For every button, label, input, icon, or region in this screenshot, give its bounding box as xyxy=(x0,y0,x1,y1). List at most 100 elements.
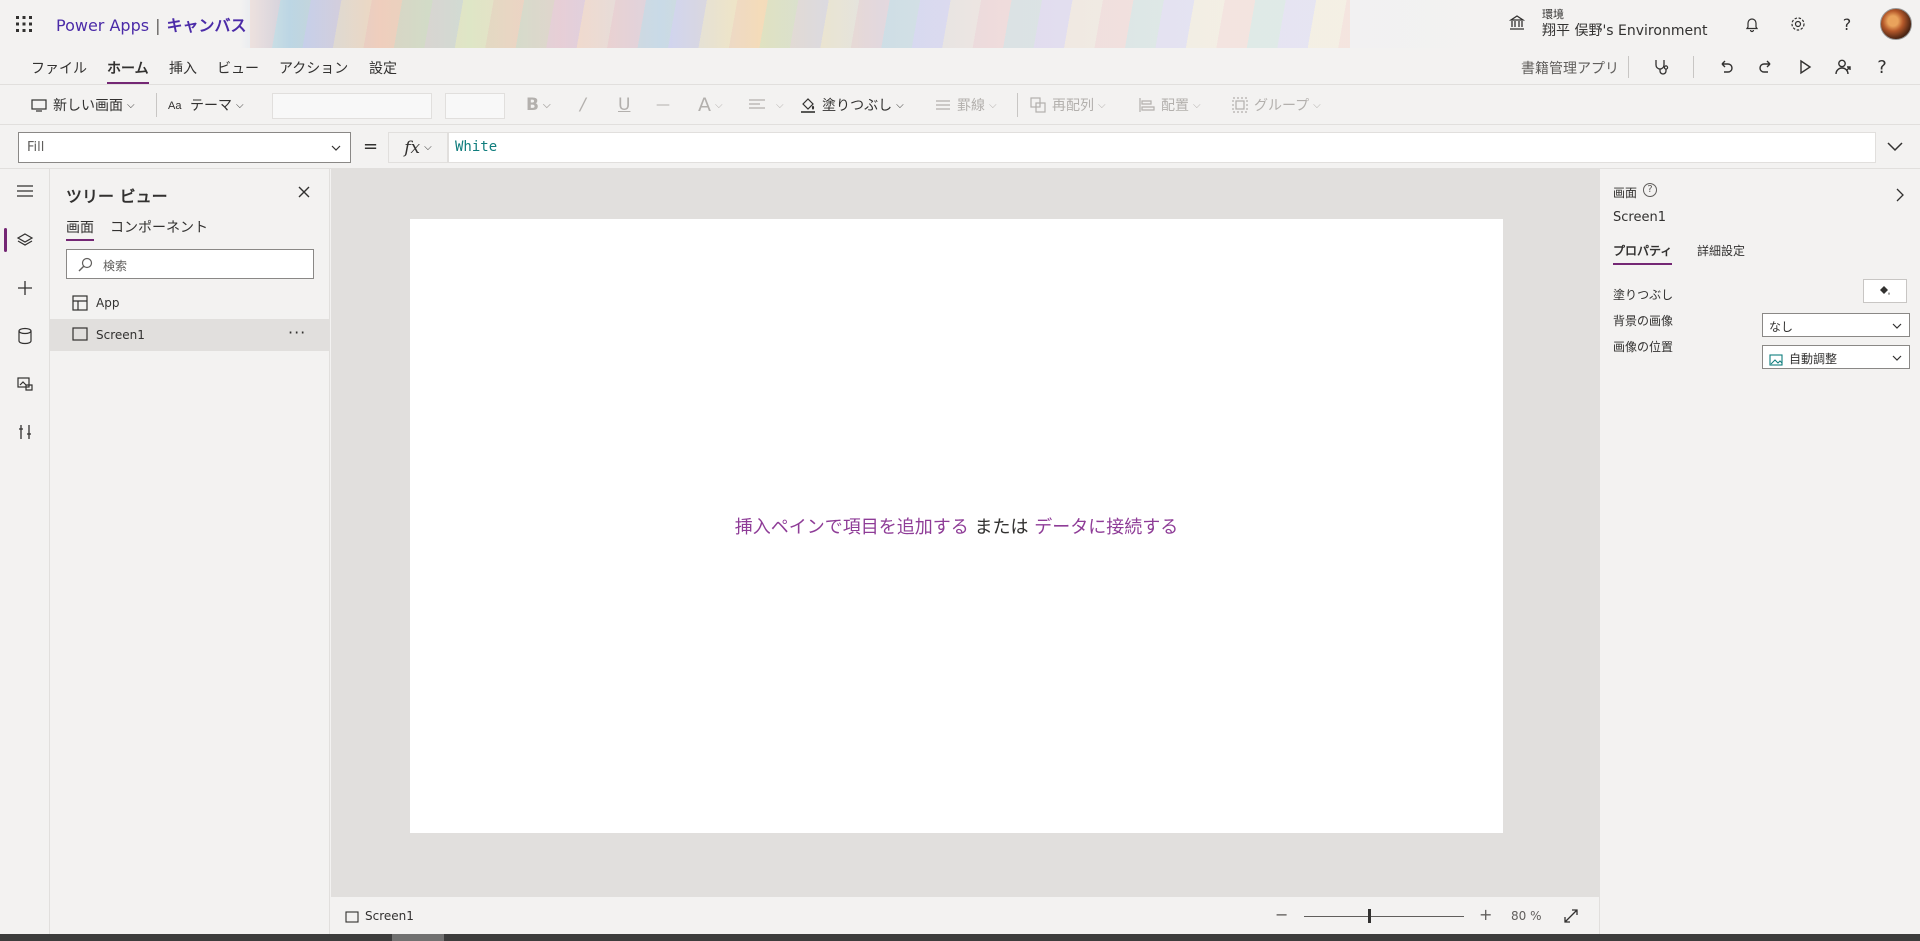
font-color-button[interactable]: A ⌵ xyxy=(698,94,723,116)
chevron-down-icon: ⌵ xyxy=(236,99,244,111)
italic-button[interactable]: / xyxy=(580,94,586,116)
settings-gear-icon[interactable] xyxy=(1786,12,1810,36)
zoom-slider-thumb[interactable] xyxy=(1368,909,1371,923)
help-circle-icon[interactable]: ? xyxy=(1643,183,1657,197)
formula-bar: Fill = fx ⌵ White xyxy=(0,125,1920,169)
play-preview-icon[interactable] xyxy=(1794,56,1816,78)
collapse-panel-chevron-icon[interactable] xyxy=(1894,187,1906,203)
font-size-dropdown[interactable] xyxy=(445,93,505,119)
function-button[interactable]: fx ⌵ xyxy=(388,132,448,163)
theme-icon: Aa xyxy=(168,100,182,112)
border-icon xyxy=(936,100,950,110)
menu-file[interactable]: ファイル xyxy=(31,58,87,78)
italic-label: / xyxy=(580,95,586,115)
text-align-button[interactable]: ⌵ xyxy=(748,94,784,116)
align-button[interactable]: 配置 ⌵ xyxy=(1139,94,1201,116)
current-screen-label[interactable]: Screen1 xyxy=(365,909,414,923)
share-user-icon[interactable] xyxy=(1832,56,1854,78)
fill-color-picker[interactable] xyxy=(1863,279,1907,303)
screen-icon xyxy=(72,327,88,341)
strikethrough-button[interactable]: — xyxy=(656,94,670,116)
theme-button[interactable]: Aa テーマ ⌵ xyxy=(168,94,244,116)
chevron-down-icon xyxy=(1892,355,1902,361)
background-image-dropdown[interactable]: なし xyxy=(1762,313,1910,337)
help-question-icon[interactable]: ? xyxy=(1871,56,1893,78)
new-screen-label: 新しい画面 xyxy=(53,98,123,114)
menu-bar: ファイル ホーム 挿入 ビュー アクション 設定 書籍管理アプリ ? xyxy=(0,48,1920,85)
ribbon-toolbar: 新しい画面 ⌵ Aa テーマ ⌵ B ⌵ / U — A ⌵ ⌵ 塗りつぶし ⌵ 罫線 ⌵ … xyxy=(0,85,1920,125)
zoom-out-button[interactable]: − xyxy=(1275,905,1288,924)
chevron-down-icon: ⌵ xyxy=(424,142,432,153)
chevron-down-icon: ⌵ xyxy=(776,99,784,111)
help-icon[interactable]: ? xyxy=(1835,12,1859,36)
reorder-button[interactable]: 再配列 ⌵ xyxy=(1030,94,1106,116)
menu-action[interactable]: アクション xyxy=(279,58,348,78)
user-avatar[interactable] xyxy=(1880,8,1912,40)
fill-button[interactable]: 塗りつぶし ⌵ xyxy=(800,94,904,116)
font-color-label: A xyxy=(698,94,711,116)
tab-properties[interactable]: プロパティ xyxy=(1613,242,1673,265)
chevron-down-icon: ⌵ xyxy=(715,99,723,111)
tab-advanced[interactable]: 詳細設定 xyxy=(1697,242,1745,259)
fit-to-window-icon[interactable] xyxy=(1563,908,1579,924)
group-button[interactable]: グループ ⌵ xyxy=(1232,94,1321,116)
image-position-dropdown[interactable]: 自動調整 xyxy=(1762,345,1910,369)
fill-property-label: 塗りつぶし xyxy=(1613,288,1674,302)
underline-button[interactable]: U xyxy=(618,94,630,116)
bold-button[interactable]: B ⌵ xyxy=(526,94,551,116)
menu-home[interactable]: ホーム xyxy=(107,58,149,84)
redo-icon[interactable] xyxy=(1755,56,1777,78)
advanced-tools-icon[interactable] xyxy=(13,420,37,444)
search-placeholder: 検索 xyxy=(103,259,128,273)
header-banner xyxy=(250,0,1350,48)
zoom-slider[interactable] xyxy=(1304,916,1464,917)
canvas-area: 挿入ペインで項目を追加する または データに接続する xyxy=(331,169,1599,896)
app-name[interactable]: 書籍管理アプリ xyxy=(1521,58,1619,78)
screen-canvas[interactable]: 挿入ペインで項目を追加する または データに接続する xyxy=(410,219,1503,833)
close-icon[interactable] xyxy=(295,183,313,201)
app-launcher-icon[interactable] xyxy=(14,14,34,34)
align-label: 配置 xyxy=(1161,98,1189,114)
zoom-percentage: 80 % xyxy=(1511,909,1542,923)
svg-text:Aa: Aa xyxy=(168,100,182,112)
tree-item-app[interactable]: App xyxy=(50,287,330,319)
toolbar-divider xyxy=(156,93,157,117)
insert-plus-icon[interactable] xyxy=(13,276,37,300)
formula-input[interactable]: White xyxy=(448,132,1876,163)
data-cylinder-icon[interactable] xyxy=(13,324,37,348)
notifications-icon[interactable] xyxy=(1740,12,1764,36)
menu-view[interactable]: ビュー xyxy=(217,58,259,78)
border-label: 罫線 xyxy=(957,98,985,114)
strikethrough-label: — xyxy=(656,97,670,113)
zoom-in-button[interactable]: + xyxy=(1479,905,1492,924)
insert-pane-link[interactable]: 挿入ペインで項目を追加する xyxy=(735,517,969,538)
tree-item-screen1[interactable]: Screen1 ··· xyxy=(50,319,330,351)
more-options-icon[interactable]: ··· xyxy=(288,323,306,342)
app-checker-stethoscope-icon[interactable] xyxy=(1650,56,1672,78)
chevron-down-icon: ⌵ xyxy=(1098,99,1106,111)
border-button[interactable]: 罫線 ⌵ xyxy=(935,94,997,116)
tree-view-panel: ツリー ビュー 画面 コンポーネント 検索 App Screen1 ··· xyxy=(50,169,330,934)
screen-icon xyxy=(31,99,47,112)
tab-screens[interactable]: 画面 xyxy=(66,217,94,241)
hamburger-menu-icon[interactable] xyxy=(13,179,37,203)
window-bottom-edge xyxy=(0,934,1920,941)
tab-components[interactable]: コンポーネント xyxy=(110,217,208,237)
font-family-dropdown[interactable] xyxy=(272,93,432,119)
property-dropdown[interactable]: Fill xyxy=(18,132,351,163)
media-icon[interactable] xyxy=(13,372,37,396)
property-value: Fill xyxy=(27,140,45,155)
connect-data-link[interactable]: データに接続する xyxy=(1034,517,1178,538)
image-position-value: 自動調整 xyxy=(1789,352,1838,366)
undo-icon[interactable] xyxy=(1715,56,1737,78)
new-screen-button[interactable]: 新しい画面 ⌵ xyxy=(31,94,135,116)
tree-search-input[interactable]: 検索 xyxy=(66,249,314,279)
tree-view-title: ツリー ビュー xyxy=(66,187,168,206)
paint-bucket-icon xyxy=(801,98,815,113)
expand-formula-chevron-icon[interactable] xyxy=(1886,139,1904,153)
menu-settings[interactable]: 設定 xyxy=(369,58,397,78)
app-header: Power Apps | キャンバス 環境 翔平 俣野's Environment … xyxy=(0,0,1920,48)
tree-view-layers-icon[interactable] xyxy=(13,228,37,252)
menu-insert[interactable]: 挿入 xyxy=(169,58,197,78)
background-image-label: 背景の画像 xyxy=(1613,314,1674,328)
